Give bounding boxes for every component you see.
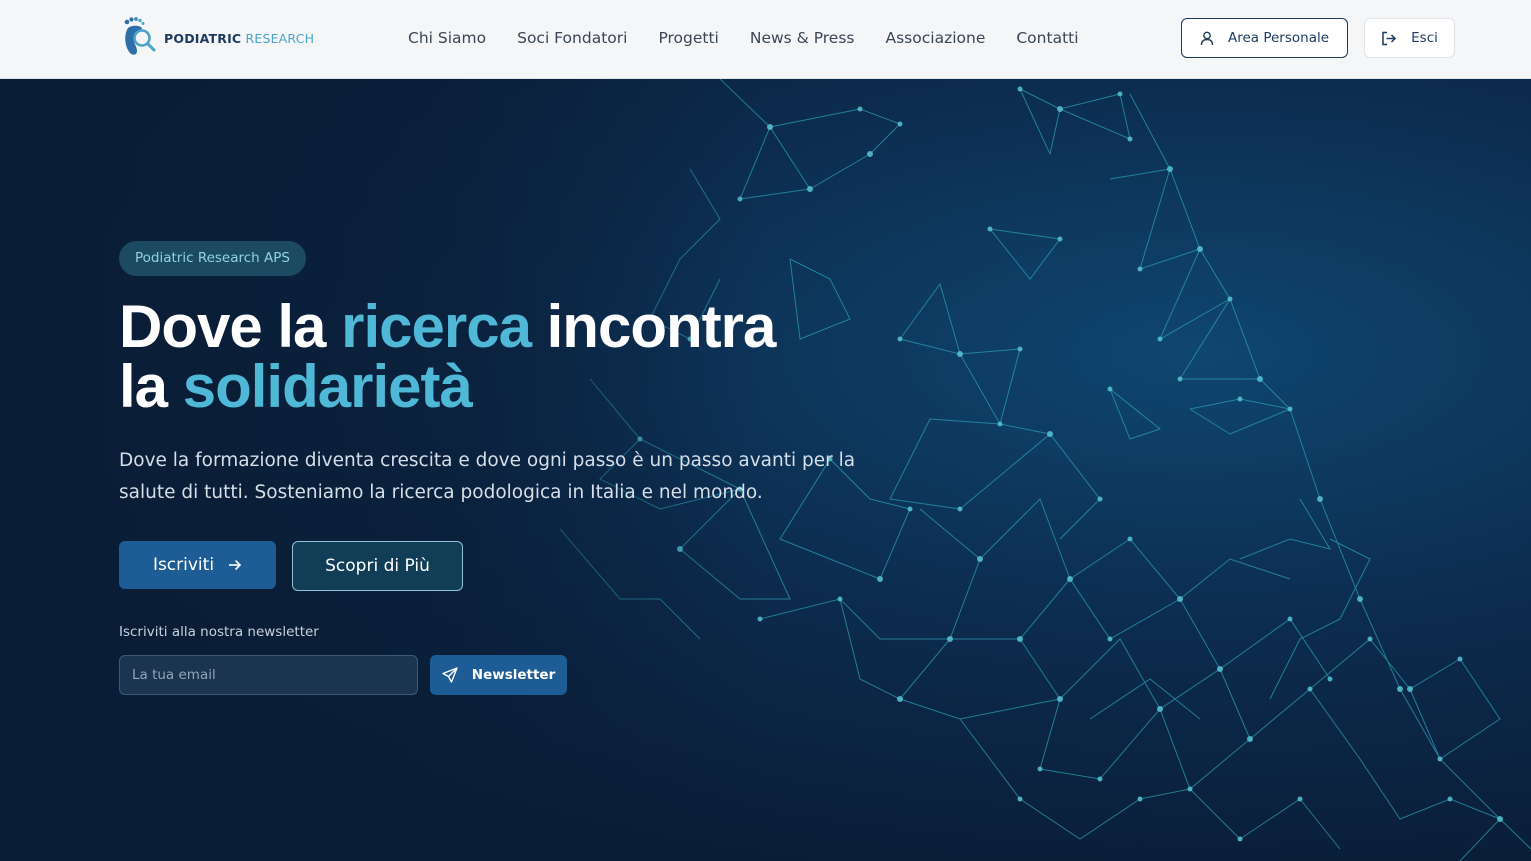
hero-headline: Dove la ricerca incontra la solidarietà [119,297,939,417]
headline-part-2: incontra [530,293,777,360]
user-icon [1200,31,1214,45]
site-header: PODIATRIC RESEARCH Chi Siamo Soci Fondat… [0,0,1531,79]
logo-text-light: RESEARCH [241,30,315,46]
newsletter-button-label: Newsletter [471,667,556,683]
hero-section: Podiatric Research APS Dove la ricerca i… [0,79,1531,861]
headline-accent-solidarieta: solidarietà [182,353,473,420]
logo-text-bold: PODIATRIC [164,30,242,46]
headline-part-3: la [119,353,183,420]
newsletter-email-input[interactable] [119,655,418,695]
nav-item-soci-fondatori[interactable]: Soci Fondatori [517,27,627,49]
nav-item-progetti[interactable]: Progetti [658,27,718,49]
scopri-di-piu-button[interactable]: Scopri di Più [292,541,463,591]
esci-label: Esci [1411,30,1438,46]
arrow-right-icon [229,559,242,571]
newsletter-label: Iscriviti alla nostra newsletter [119,624,319,640]
headline-part-1: Dove la [119,293,342,360]
logo-text: PODIATRIC RESEARCH [164,31,314,46]
esci-button[interactable]: Esci [1364,18,1455,58]
logout-icon [1382,31,1397,45]
site-logo[interactable]: PODIATRIC RESEARCH [122,16,314,60]
scopri-label: Scopri di Più [325,556,430,576]
nav-item-chi-siamo[interactable]: Chi Siamo [408,27,486,49]
nav-item-news-press[interactable]: News & Press [750,27,855,49]
area-personale-label: Area Personale [1227,30,1330,46]
foot-magnifier-logo-icon [122,16,162,60]
send-icon [442,667,458,683]
newsletter-submit-button[interactable]: Newsletter [430,655,567,695]
nav-item-contatti[interactable]: Contatti [1016,27,1078,49]
headline-accent-ricerca: ricerca [341,293,532,360]
iscriviti-label: Iscriviti [152,555,215,575]
organization-badge: Podiatric Research APS [119,241,306,276]
hero-description: Dove la formazione diventa crescita e do… [119,450,856,503]
nav-item-associazione[interactable]: Associazione [886,27,986,49]
iscriviti-button[interactable]: Iscriviti [119,541,276,589]
main-nav: Chi Siamo Soci Fondatori Progetti News &… [408,27,1110,49]
area-personale-button[interactable]: Area Personale [1181,18,1348,58]
